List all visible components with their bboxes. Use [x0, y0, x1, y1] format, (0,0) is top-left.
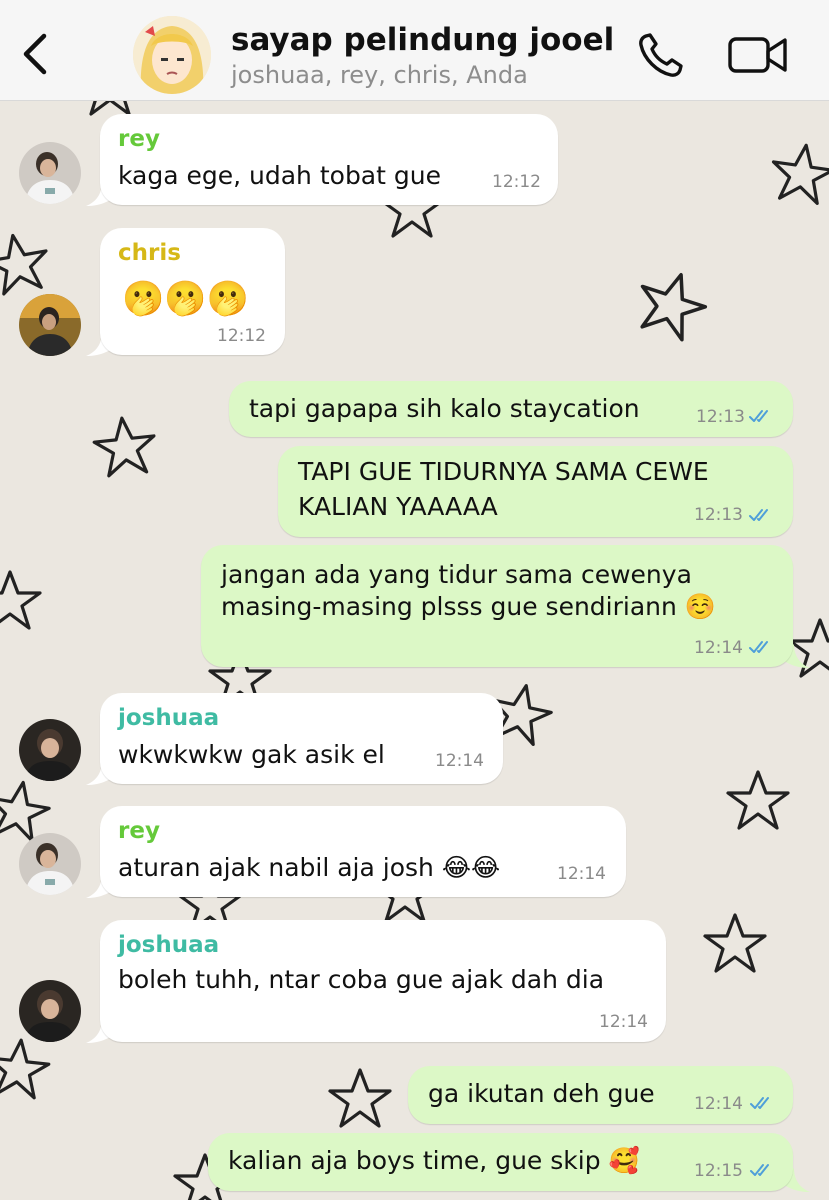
- sender-name: chris: [118, 240, 181, 266]
- message-bubble-outgoing[interactable]: ga ikutan deh gue 12:14: [408, 1066, 793, 1124]
- avatar-rey[interactable]: [19, 142, 81, 204]
- message-time: 12:14: [435, 751, 484, 771]
- message-time: 12:14: [599, 1012, 648, 1032]
- message-time: 12:14: [557, 864, 606, 884]
- message-bubble[interactable]: joshuaa wkwkwkw gak asik el 12:14: [100, 693, 503, 784]
- chat-members[interactable]: joshuaa, rey, chris, Anda: [231, 61, 528, 89]
- message-bubble[interactable]: joshuaa boleh tuhh, ntar coba gue ajak d…: [100, 920, 666, 1042]
- message-text-line: KALIAN YAAAAA: [298, 492, 498, 521]
- avatar-joshuaa[interactable]: [19, 719, 81, 781]
- message-bubble[interactable]: rey kaga ege, udah tobat gue 12:12: [100, 114, 558, 205]
- read-ticks-icon: [749, 410, 768, 422]
- read-ticks-icon: [749, 641, 768, 653]
- chris-profile-photo-icon: [19, 294, 81, 356]
- message-text: tapi gapapa sih kalo staycation: [249, 394, 640, 423]
- chat-title[interactable]: sayap pelindung jooel: [231, 22, 614, 58]
- avatar-rey[interactable]: [19, 833, 81, 895]
- sender-name: rey: [118, 818, 160, 844]
- message-time: 12:13: [694, 505, 743, 525]
- message-bubble-outgoing[interactable]: tapi gapapa sih kalo staycation 12:13: [229, 381, 793, 437]
- message-bubble-outgoing[interactable]: kalian aja boys time, gue skip 🥰 12:15: [208, 1133, 793, 1191]
- read-ticks-icon: [750, 1097, 769, 1109]
- sender-name: joshuaa: [118, 705, 220, 731]
- joshuaa-profile-photo-icon: [19, 980, 81, 1042]
- rey-profile-photo-icon: [19, 833, 81, 895]
- message-text: ga ikutan deh gue: [428, 1079, 655, 1108]
- message-text: kalian aja boys time, gue skip 🥰: [228, 1146, 640, 1175]
- message-time: 12:12: [217, 326, 266, 346]
- sender-name: joshuaa: [118, 932, 220, 958]
- rey-profile-photo-icon: [19, 142, 81, 204]
- avatar-joshuaa[interactable]: [19, 980, 81, 1042]
- joshuaa-profile-photo-icon: [19, 719, 81, 781]
- message-text: aturan ajak nabil aja josh 😂😂: [118, 853, 501, 882]
- back-chevron-icon[interactable]: [18, 30, 54, 78]
- message-emoji: 🫢🫢🫢: [122, 279, 250, 319]
- message-time: 12:13: [696, 407, 745, 427]
- message-text-line: masing-masing plsss gue sendiriann ☺️: [221, 592, 716, 621]
- read-ticks-icon: [750, 1164, 769, 1176]
- message-bubble[interactable]: chris 🫢🫢🫢 12:12: [100, 228, 285, 355]
- sender-name: rey: [118, 126, 160, 152]
- message-time: 12:15: [694, 1161, 743, 1181]
- message-time: 12:14: [694, 638, 743, 658]
- message-text-line: jangan ada yang tidur sama cewenya: [221, 560, 692, 589]
- phone-icon[interactable]: [636, 30, 686, 80]
- avatar-chris[interactable]: [19, 294, 81, 356]
- message-time: 12:12: [492, 172, 541, 192]
- message-text: wkwkwkw gak asik el: [118, 740, 385, 769]
- message-bubble-outgoing[interactable]: TAPI GUE TIDURNYA SAMA CEWE KALIAN YAAAA…: [278, 446, 793, 537]
- message-text: boleh tuhh, ntar coba gue ajak dah dia: [118, 965, 605, 994]
- message-bubble[interactable]: rey aturan ajak nabil aja josh 😂😂 12:14: [100, 806, 626, 897]
- message-bubble-outgoing[interactable]: jangan ada yang tidur sama cewenya masin…: [201, 545, 793, 667]
- message-text-line: TAPI GUE TIDURNYA SAMA CEWE: [298, 457, 709, 486]
- group-avatar[interactable]: [133, 16, 211, 94]
- read-ticks-icon: [749, 509, 768, 521]
- anime-girl-avatar-icon: [133, 16, 211, 94]
- chat-header: sayap pelindung jooel joshuaa, rey, chri…: [0, 0, 829, 101]
- message-text: kaga ege, udah tobat gue: [118, 161, 441, 190]
- video-camera-icon[interactable]: [727, 34, 789, 76]
- message-time: 12:14: [694, 1094, 743, 1114]
